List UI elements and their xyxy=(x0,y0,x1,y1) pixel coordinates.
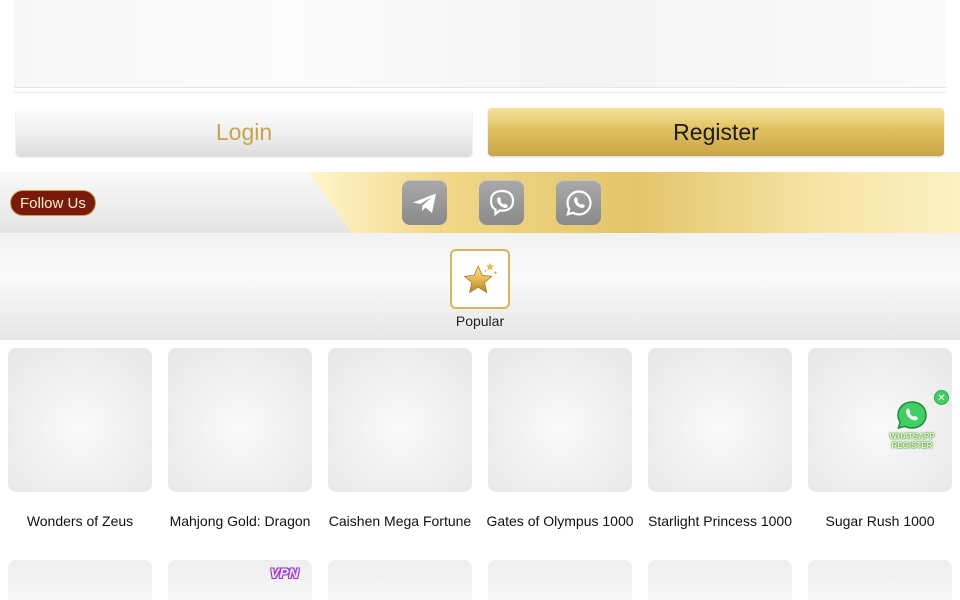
category-popular[interactable] xyxy=(450,249,510,309)
follow-us-label: Follow Us xyxy=(10,190,96,216)
game-card[interactable]: Gates of Olympus 1000 xyxy=(486,348,634,550)
whatsapp-button[interactable] xyxy=(556,180,601,225)
game-card-partial[interactable] xyxy=(8,560,152,600)
game-title: Mahjong Gold: Dragon xyxy=(169,513,311,529)
game-thumbnail xyxy=(8,348,152,492)
game-title: Wonders of Zeus xyxy=(26,513,134,529)
whatsapp-label-line1: WHATSAPP xyxy=(889,432,935,441)
game-card-partial[interactable] xyxy=(808,560,952,600)
follow-us-bar: Follow Us xyxy=(0,172,960,233)
vpn-badge[interactable]: VPN xyxy=(270,565,308,585)
game-card[interactable]: Starlight Princess 1000 xyxy=(648,348,792,550)
game-title: Starlight Princess 1000 xyxy=(648,513,792,529)
game-thumbnail xyxy=(648,348,792,492)
game-card[interactable]: Wonders of Zeus xyxy=(8,348,152,550)
viber-icon xyxy=(489,189,514,216)
game-title: Sugar Rush 1000 xyxy=(825,513,935,529)
close-icon[interactable]: ✕ xyxy=(934,390,949,405)
whatsapp-register-label: WHATSAPP REGISTER xyxy=(880,432,944,450)
category-bar: Popular xyxy=(0,233,960,340)
divider xyxy=(14,92,946,93)
game-card-partial[interactable] xyxy=(328,560,472,600)
telegram-icon xyxy=(412,193,436,213)
whatsapp-icon xyxy=(565,189,592,216)
game-thumbnail xyxy=(328,348,472,492)
telegram-button[interactable] xyxy=(402,180,447,225)
game-card-partial[interactable] xyxy=(648,560,792,600)
game-thumbnail xyxy=(168,348,312,492)
star-icon xyxy=(463,262,497,294)
game-card-partial[interactable] xyxy=(488,560,632,600)
top-banner xyxy=(14,0,946,88)
game-card[interactable]: Caishen Mega Fortune xyxy=(328,348,472,550)
game-title: Gates of Olympus 1000 xyxy=(486,513,634,529)
game-card[interactable]: Mahjong Gold: Dragon xyxy=(168,348,312,550)
game-thumbnail xyxy=(488,348,632,492)
whatsapp-register-float[interactable]: WHATSAPP REGISTER xyxy=(880,398,944,456)
viber-button[interactable] xyxy=(479,180,524,225)
whatsapp-label-line2: REGISTER xyxy=(891,441,933,450)
login-button[interactable]: Login xyxy=(16,108,472,156)
game-title: Caishen Mega Fortune xyxy=(328,513,472,529)
category-popular-label: Popular xyxy=(455,313,505,329)
register-button[interactable]: Register xyxy=(488,108,944,156)
